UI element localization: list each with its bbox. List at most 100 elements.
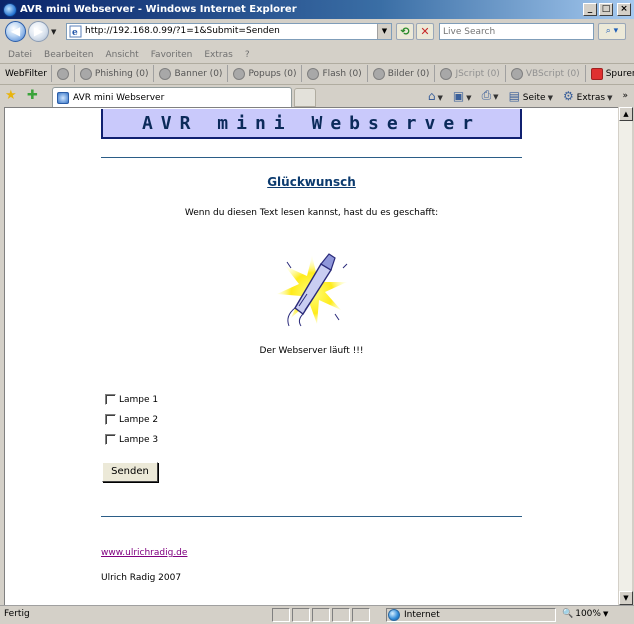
author-text: Ulrich Radig 2007 bbox=[101, 573, 182, 583]
webfilter-toolbar: WebFilter Phishing (0) Banner (0) Popups… bbox=[0, 63, 634, 83]
flash-icon bbox=[307, 67, 320, 80]
tools-menu-label: Extras bbox=[576, 92, 606, 103]
status-panel bbox=[312, 608, 330, 622]
ie-logo-icon bbox=[3, 2, 17, 17]
status-panel bbox=[332, 608, 350, 622]
zoom-level: 100% bbox=[575, 609, 601, 619]
phishing-icon bbox=[79, 67, 92, 80]
page-menu-icon: ▤ bbox=[508, 88, 520, 103]
page-menu-button[interactable]: ▤ Seite ▼ bbox=[509, 89, 553, 103]
filter-vbscript[interactable]: VBScript (0) bbox=[504, 65, 585, 82]
image-icon bbox=[372, 67, 385, 80]
scroll-up-icon[interactable]: ▲ bbox=[619, 107, 633, 121]
page-menu-label: Seite bbox=[522, 92, 546, 103]
filter-jscript[interactable]: JScript (0) bbox=[434, 65, 504, 82]
filter-images[interactable]: Bilder (0) bbox=[366, 65, 435, 82]
checkbox-lampe-3[interactable]: Lampe 3 bbox=[105, 434, 158, 445]
window-controls: _ □ × bbox=[583, 3, 631, 16]
security-zone[interactable]: Internet bbox=[388, 609, 440, 621]
filter-phishing[interactable]: Phishing (0) bbox=[73, 65, 154, 82]
add-favorite-icon[interactable]: ✚ bbox=[27, 88, 38, 103]
checkbox-label: Lampe 3 bbox=[119, 434, 159, 445]
zone-label: Internet bbox=[404, 610, 440, 620]
menu-view[interactable]: Ansicht bbox=[105, 50, 138, 60]
feeds-button[interactable]: ▣ ▼ bbox=[453, 89, 472, 103]
vbscript-icon bbox=[510, 67, 523, 80]
window-title: AVR mini Webserver - Windows Internet Ex… bbox=[20, 4, 297, 15]
popup-icon bbox=[233, 67, 246, 80]
zoom-dropdown-icon[interactable]: ▼ bbox=[603, 610, 608, 618]
toolbar-overflow-icon[interactable]: » bbox=[622, 91, 628, 101]
menu-favorites[interactable]: Favoriten bbox=[151, 50, 193, 60]
url-text[interactable]: http://192.168.0.99/?1=1&Submit=Senden bbox=[85, 26, 280, 36]
zoom-icon: 🔍 bbox=[562, 609, 574, 619]
tools-menu-button[interactable]: ⚙ Extras ▼ bbox=[563, 89, 612, 103]
status-panel bbox=[292, 608, 310, 622]
search-button[interactable]: ⌕ ▾ bbox=[598, 23, 626, 40]
page-favicon-icon bbox=[57, 91, 69, 104]
status-panel bbox=[352, 608, 370, 622]
checkbox-box[interactable] bbox=[105, 394, 116, 405]
intro-text: Wenn du diesen Text lesen kannst, hast d… bbox=[184, 208, 439, 218]
tab-title: AVR mini Webserver bbox=[73, 92, 165, 103]
checkbox-box[interactable] bbox=[105, 414, 116, 425]
history-dropdown-icon[interactable]: ▼ bbox=[51, 28, 56, 36]
filter-flash[interactable]: Flash (0) bbox=[301, 65, 366, 82]
rss-icon: ▣ bbox=[452, 88, 465, 103]
status-panel bbox=[272, 608, 290, 622]
webfilter-settings-button[interactable] bbox=[50, 65, 74, 82]
tab-bar: ★ ✚ AVR mini Webserver ⌂ ▼ ▣ ▼ ⎙ ▼ ▤ Seite ▼… bbox=[0, 84, 634, 107]
forward-button[interactable]: ▶ bbox=[28, 21, 49, 42]
filter-popups[interactable]: Popups (0) bbox=[227, 65, 301, 82]
checkbox-box[interactable] bbox=[105, 434, 116, 445]
menu-bar: Datei Bearbeiten Ansicht Favoriten Extra… bbox=[0, 46, 634, 63]
filter-flash-label: Flash (0) bbox=[322, 68, 362, 79]
filter-jscript-label: JScript (0) bbox=[455, 68, 500, 79]
close-button[interactable]: × bbox=[617, 3, 631, 16]
address-field[interactable]: e http://192.168.0.99/?1=1&Submit=Senden… bbox=[66, 23, 392, 40]
checkbox-label: Lampe 1 bbox=[119, 394, 159, 405]
filter-traces[interactable]: Spurenl bbox=[584, 65, 634, 82]
maximize-button[interactable]: □ bbox=[599, 3, 613, 16]
globe-icon bbox=[388, 609, 400, 621]
status-text: Fertig bbox=[4, 609, 30, 619]
printer-icon: ⎙ bbox=[481, 88, 492, 102]
command-bar: ⌂ ▼ ▣ ▼ ⎙ ▼ ▤ Seite ▼ ⚙ Extras ▼ » bbox=[428, 88, 628, 103]
submit-button[interactable]: Senden bbox=[102, 462, 158, 482]
page-icon: e bbox=[69, 25, 82, 38]
server-status-text: Der Webserver läuft !!! bbox=[259, 346, 364, 356]
scroll-down-icon[interactable]: ▼ bbox=[619, 591, 633, 605]
vertical-scrollbar[interactable]: ▲ ▼ bbox=[618, 107, 633, 605]
banner-icon bbox=[159, 67, 172, 80]
window-titlebar: AVR mini Webserver - Windows Internet Ex… bbox=[0, 0, 634, 19]
tab-active[interactable]: AVR mini Webserver bbox=[52, 87, 292, 107]
search-input[interactable] bbox=[440, 24, 590, 39]
site-banner: AVR mini Webserver bbox=[101, 109, 522, 139]
address-dropdown-icon[interactable]: ▼ bbox=[377, 24, 391, 39]
menu-tools[interactable]: Extras bbox=[204, 50, 232, 60]
filter-banner[interactable]: Banner (0) bbox=[153, 65, 227, 82]
homepage-link[interactable]: www.ulrichradig.de bbox=[101, 548, 187, 558]
menu-help[interactable]: ? bbox=[245, 50, 250, 60]
filter-vbscript-label: VBScript (0) bbox=[525, 68, 580, 79]
print-button[interactable]: ⎙ ▼ bbox=[482, 88, 499, 103]
menu-file[interactable]: Datei bbox=[8, 50, 32, 60]
new-tab-button[interactable] bbox=[294, 88, 316, 107]
checkbox-lampe-2[interactable]: Lampe 2 bbox=[105, 414, 158, 425]
back-button[interactable]: ◀ bbox=[5, 21, 26, 42]
gear-icon: ⚙ bbox=[563, 88, 574, 103]
jscript-icon bbox=[440, 67, 453, 80]
favorites-star-icon[interactable]: ★ bbox=[5, 88, 17, 103]
refresh-button[interactable]: ⟲ bbox=[396, 23, 414, 40]
checkbox-lampe-1[interactable]: Lampe 1 bbox=[105, 394, 158, 405]
stop-button[interactable]: ✕ bbox=[416, 23, 434, 40]
search-box[interactable] bbox=[439, 23, 594, 40]
fireworks-image bbox=[277, 253, 348, 327]
minimize-button[interactable]: _ bbox=[583, 3, 597, 16]
filter-popups-label: Popups (0) bbox=[248, 68, 297, 79]
zoom-control[interactable]: 🔍 100% ▼ bbox=[562, 609, 608, 619]
home-button[interactable]: ⌂ ▼ bbox=[428, 89, 443, 103]
menu-edit[interactable]: Bearbeiten bbox=[44, 50, 93, 60]
svg-text:e: e bbox=[72, 28, 78, 38]
status-bar: Fertig Internet 🔍 100% ▼ bbox=[0, 605, 634, 624]
